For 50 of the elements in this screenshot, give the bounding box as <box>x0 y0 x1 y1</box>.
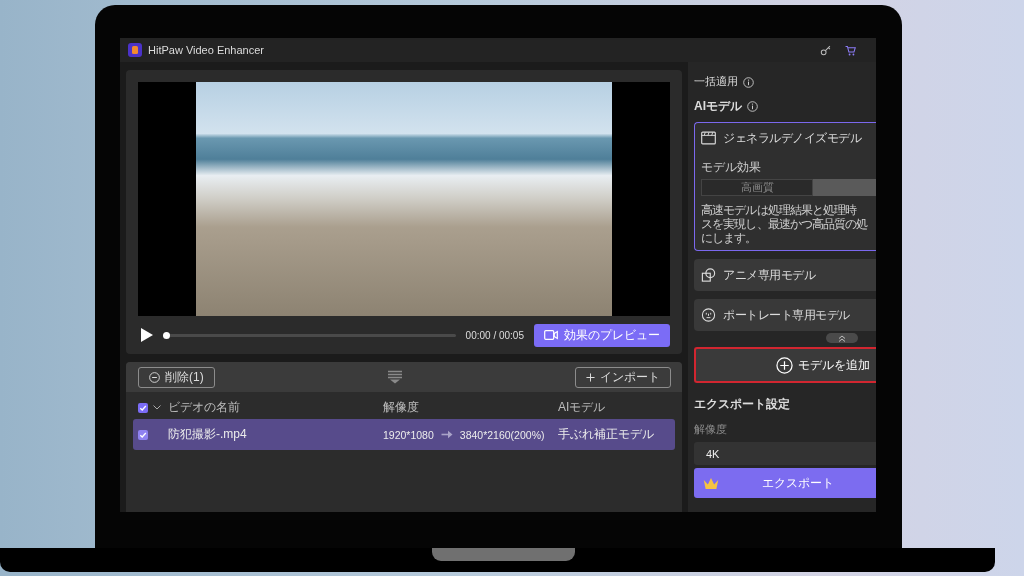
section-title: AIモデル <box>694 97 742 115</box>
select-all-checkbox[interactable] <box>138 402 148 413</box>
video-camera-icon <box>544 330 558 340</box>
model-description: 高速モデルは処理結果と処理時 スを実現し、最速かつ高品質の処 にします。 <box>701 203 869 245</box>
info-icon[interactable] <box>743 76 754 88</box>
window-title: HitPaw Video Enhancer <box>148 44 264 56</box>
resolution-label: 解像度 <box>694 423 728 437</box>
clapperboard-icon <box>701 131 716 145</box>
effect-label: モデル効果 <box>701 159 762 176</box>
target-resolution: 3840*2160(200%) <box>459 428 545 441</box>
plus-circle-icon <box>776 356 793 374</box>
app-logo-icon <box>128 43 142 57</box>
row-checkbox[interactable] <box>138 429 148 440</box>
arrow-right-icon <box>440 430 453 439</box>
preview-button[interactable]: 効果のプレビュー <box>534 323 670 347</box>
minus-circle-icon <box>149 371 160 383</box>
cart-icon[interactable] <box>845 44 856 56</box>
plus-icon <box>586 372 595 382</box>
resolution-dropdown[interactable]: 4K <box>694 442 876 465</box>
model-title: アニメ専用モデル <box>723 266 815 284</box>
column-header: ビデオの名前 <box>168 399 241 416</box>
model-title: ジェネラルデノイズモデル <box>723 129 861 147</box>
import-button[interactable]: インポート <box>575 366 671 388</box>
model-card[interactable]: ジェネラルデノイズモデル モデル効果 高画質 高速モデルは処理結果と処理時 スを実現し、最速かつ高品質の処 にします。 <box>694 122 876 251</box>
quality-option[interactable]: 高画質 <box>701 179 813 196</box>
model-card[interactable]: ポートレート専用モデル <box>694 299 876 331</box>
chevron-down-icon[interactable] <box>153 405 161 410</box>
model-card[interactable]: アニメ専用モデル <box>694 259 876 291</box>
column-header: AIモデル <box>558 399 607 416</box>
chevrons-up-icon <box>838 334 846 342</box>
export-button[interactable]: エクスポート <box>694 468 876 498</box>
list-toggle-icon[interactable] <box>386 370 403 384</box>
delete-button[interactable]: 削除(1) <box>138 366 215 388</box>
play-icon[interactable] <box>141 328 153 342</box>
add-model-button[interactable]: モデルを追加 <box>694 347 876 383</box>
face-icon <box>701 308 716 322</box>
time-readout: 00:00 / 00:05 <box>465 329 524 341</box>
file-name: 防犯撮影-.mp4 <box>168 426 248 443</box>
collapse-button[interactable] <box>826 333 858 343</box>
model-name: 手ぶれ補正モデル <box>558 426 655 443</box>
info-icon[interactable] <box>747 100 758 112</box>
column-header: 解像度 <box>383 399 420 416</box>
key-icon[interactable] <box>820 44 831 56</box>
source-resolution: 1920*1080 <box>383 428 434 441</box>
shapes-icon <box>701 268 716 282</box>
model-title: ポートレート専用モデル <box>723 306 850 324</box>
file-row[interactable]: 防犯撮影-.mp4 1920*1080 3840*2160(200%) 手ぶれ補正モデル <box>133 419 675 450</box>
batch-apply-label: 一括適用 <box>694 75 738 89</box>
section-title: エクスポート設定 <box>694 396 791 413</box>
progress-handle[interactable] <box>163 331 170 339</box>
